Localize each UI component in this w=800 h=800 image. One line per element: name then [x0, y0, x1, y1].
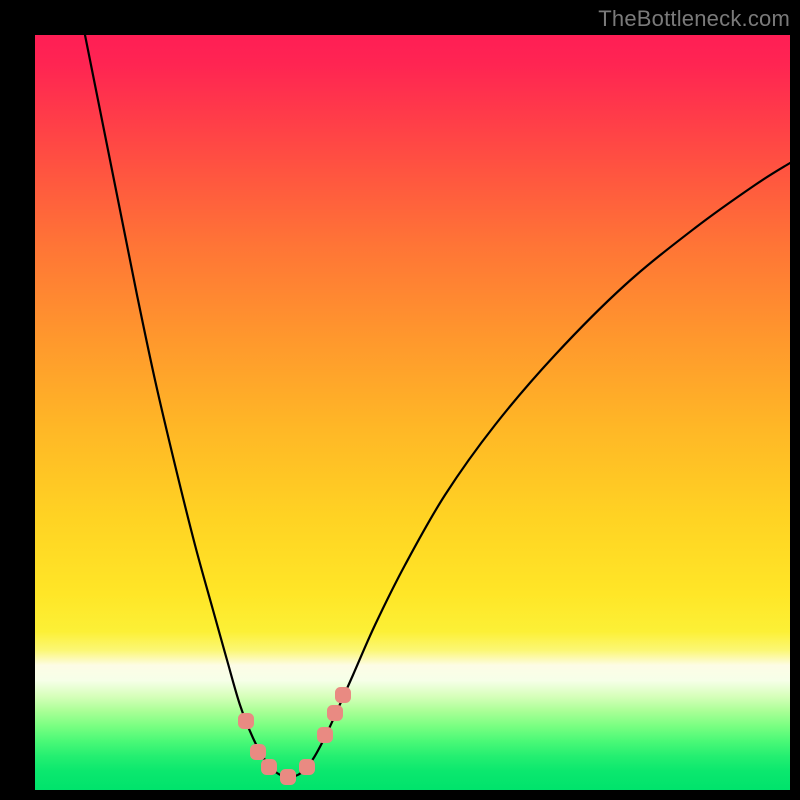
curve-marker	[335, 687, 351, 703]
plot-area	[35, 35, 790, 790]
curve-marker	[317, 727, 333, 743]
bottleneck-curve	[85, 35, 790, 777]
curve-marker	[250, 744, 266, 760]
curve-marker	[299, 759, 315, 775]
curve-marker	[327, 705, 343, 721]
curve-marker	[261, 759, 277, 775]
watermark-text: TheBottleneck.com	[598, 6, 790, 32]
curve-marker	[280, 769, 296, 785]
curve-markers	[238, 687, 351, 785]
curve-layer	[35, 35, 790, 790]
outer-frame: TheBottleneck.com	[0, 0, 800, 800]
curve-marker	[238, 713, 254, 729]
